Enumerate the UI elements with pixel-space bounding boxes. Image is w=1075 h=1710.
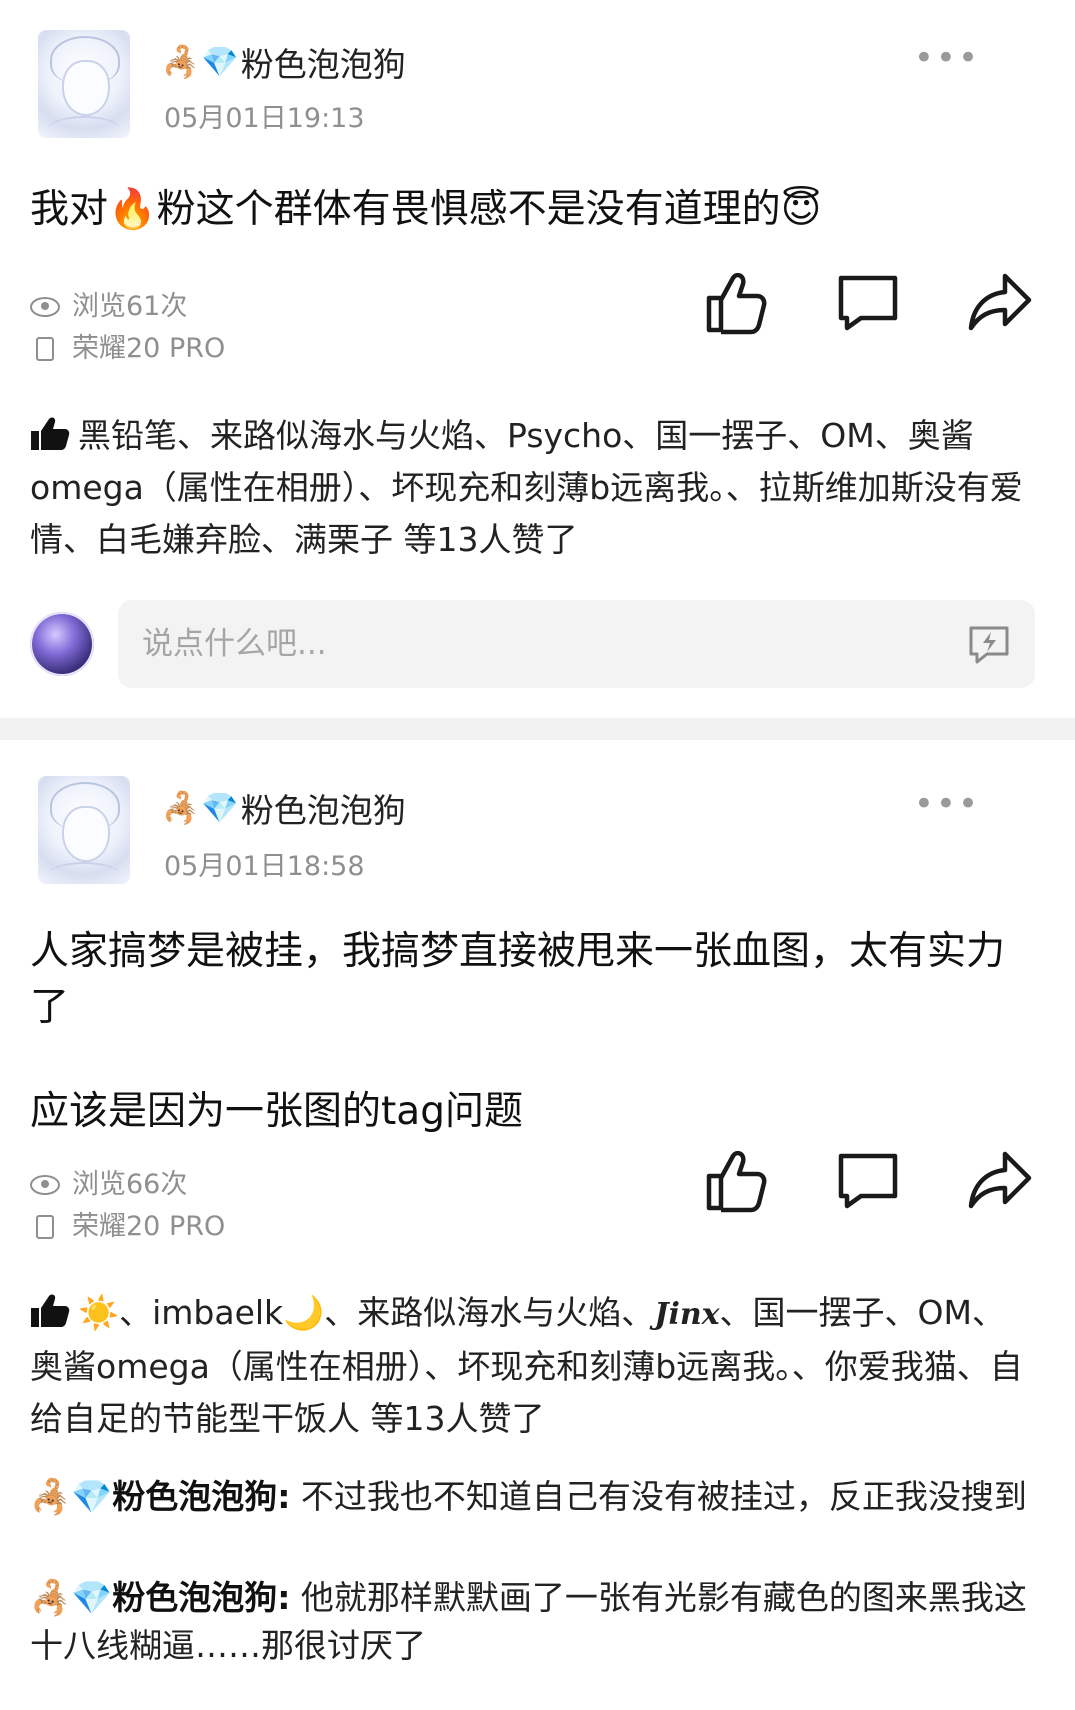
comment-bubble-icon[interactable] [833, 268, 903, 338]
share-arrow-icon[interactable] [965, 268, 1035, 338]
author-name-row[interactable]: 🦂 💎 粉色泡泡狗 [162, 784, 406, 832]
post-paragraph: 人家搞梦是被挂，我搞梦直接被甩来一张血图，太有实力了 [30, 929, 1006, 1030]
author-name-row[interactable]: 🦂 💎 粉色泡泡狗 [162, 38, 406, 86]
reply-badges: 🦂💎 [30, 1477, 113, 1516]
scorpion-badge-icon: 🦂 [162, 790, 200, 826]
post-divider [0, 718, 1075, 740]
comment-bubble-icon[interactable] [833, 1146, 903, 1216]
thumbs-up-icon[interactable] [701, 268, 771, 338]
reply-author[interactable]: 粉色泡泡狗: [112, 1578, 290, 1617]
reply-badges: 🦂💎 [30, 1578, 113, 1617]
post-content: 人家搞梦是被挂，我搞梦直接被甩来一张血图，太有实力了 应该是因为一张图的tag问… [30, 924, 1035, 1140]
post-meta: 浏览66次 荣耀20 PRO [30, 1164, 225, 1248]
current-user-avatar[interactable] [30, 612, 94, 676]
action-bar [701, 1146, 1035, 1216]
device-name: 荣耀20 PRO [72, 1211, 226, 1242]
lightning-chat-icon[interactable] [967, 622, 1011, 666]
post-card: 🦂 💎 粉色泡泡狗 05月01日19:13 ••• 我对🔥粉这个群体有畏惧感不是… [0, 0, 1075, 718]
post-paragraph: 应该是因为一张图的tag问题 [30, 1089, 523, 1134]
author-name[interactable]: 粉色泡泡狗 [241, 38, 406, 86]
fire-emoji: 🔥 [108, 187, 157, 232]
post-timestamp: 05月01日18:58 [164, 851, 365, 882]
comment-input[interactable] [140, 625, 904, 663]
post-meta: 浏览61次 荣耀20 PRO [30, 286, 225, 370]
filled-thumbs-up-icon [31, 417, 70, 450]
phone-icon [36, 1215, 54, 1239]
share-arrow-icon[interactable] [965, 1146, 1035, 1216]
reply-item[interactable]: 🦂💎粉色泡泡狗: 不过我也不知道自己有没有被挂过，反正我没搜到 [30, 1473, 1035, 1521]
halo-emoji: 😇 [780, 187, 822, 232]
thumbs-up-icon[interactable] [701, 1146, 771, 1216]
more-options-icon[interactable]: ••• [914, 38, 980, 78]
eye-icon [30, 297, 60, 317]
filled-thumbs-up-icon [31, 1294, 70, 1327]
action-bar [701, 268, 1035, 338]
liker-script-name[interactable]: Jinx [654, 1297, 719, 1332]
liked-by-list[interactable]: 黑铅笔、来路似海水与火焰、Psycho、国一摆子、OM、奥酱omega（属性在相… [30, 410, 1025, 566]
author-avatar[interactable] [38, 30, 130, 138]
comment-box[interactable] [118, 600, 1035, 688]
phone-icon [36, 337, 54, 361]
reply-author[interactable]: 粉色泡泡狗: [112, 1477, 290, 1516]
more-options-icon[interactable]: ••• [914, 784, 980, 824]
device-name: 荣耀20 PRO [72, 333, 226, 364]
post-content: 我对🔥粉这个群体有畏惧感不是没有道理的😇 [30, 187, 822, 232]
eye-icon [30, 1175, 60, 1195]
reply-item[interactable]: 🦂💎粉色泡泡狗: 他就那样默默画了一张有光影有藏色的图来黑我这十八线糊逼……那很… [30, 1574, 1035, 1670]
post-timestamp: 05月01日19:13 [164, 103, 365, 134]
author-avatar[interactable] [38, 776, 130, 884]
post-card: 🦂 💎 粉色泡泡狗 05月01日18:58 ••• 人家搞梦是被挂，我搞梦直接被… [0, 740, 1075, 1710]
author-name[interactable]: 粉色泡泡狗 [241, 784, 406, 832]
view-count: 浏览66次 [72, 1169, 188, 1200]
diamond-badge-icon: 💎 [201, 44, 239, 80]
liked-by-list[interactable]: ☀️、imbaelk🌙、来路似海水与火焰、Jinx、国一摆子、OM、奥酱omeg… [30, 1287, 1025, 1445]
reply-text: 不过我也不知道自己有没有被挂过，反正我没搜到 [300, 1477, 1027, 1516]
diamond-badge-icon: 💎 [201, 790, 239, 826]
scorpion-badge-icon: 🦂 [162, 44, 200, 80]
view-count: 浏览61次 [72, 291, 188, 322]
